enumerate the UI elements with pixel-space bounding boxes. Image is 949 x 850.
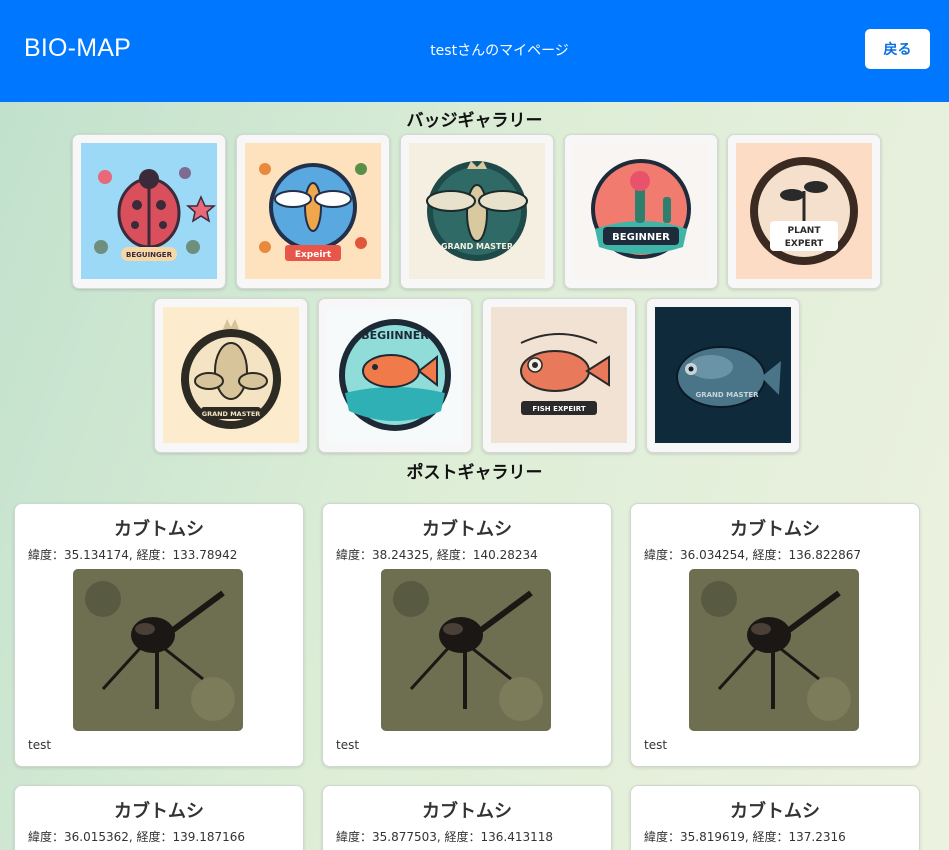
fish-grand-master-badge-icon: GRAND MASTER: [655, 307, 791, 443]
navbar: BIO-MAP testさんのマイページ 戻る: [0, 0, 949, 102]
badge-tile[interactable]: BEGINNER: [564, 134, 718, 289]
svg-text:GRAND MASTER: GRAND MASTER: [441, 242, 513, 251]
badge-gallery-title: バッジギャラリー: [406, 111, 543, 131]
badge-tile[interactable]: Expeirt: [236, 134, 390, 289]
badge-tile[interactable]: GRAND MASTER: [646, 298, 800, 453]
svg-text:GRAND MASTER: GRAND MASTER: [202, 410, 261, 418]
svg-text:FISH EXPEIRT: FISH EXPEIRT: [532, 405, 585, 413]
post-photo: [689, 569, 859, 731]
post-title: カブトムシ: [114, 801, 204, 822]
post-photo: [381, 569, 551, 731]
plant-expert-badge-icon: PLANT EXPERT: [736, 143, 872, 279]
post-comment: test: [28, 738, 52, 752]
badge-tile[interactable]: FISH EXPEIRT: [482, 298, 636, 453]
svg-text:BEGIINNER: BEGIINNER: [361, 329, 429, 342]
post-title: カブトムシ: [422, 519, 512, 540]
post-gallery-title: ポストギャラリー: [406, 463, 543, 483]
svg-text:Expeirt: Expeirt: [295, 250, 332, 260]
svg-text:EXPERT: EXPERT: [785, 239, 824, 249]
post-card[interactable]: カブトムシ 緯度：35.819619, 経度：137.2316: [630, 785, 920, 850]
badge-tile[interactable]: GRAND MASTER: [400, 134, 554, 289]
insect-expert-badge-icon: Expeirt: [245, 143, 381, 279]
post-comment: test: [644, 738, 668, 752]
badge-tile[interactable]: PLANT EXPERT: [727, 134, 881, 289]
ladybug-beginner-badge-icon: BEGUINGER: [81, 143, 217, 279]
post-coordinates: 緯度：36.015362, 経度：139.187166: [28, 830, 246, 844]
post-title: カブトムシ: [730, 801, 820, 822]
post-title: カブトムシ: [730, 519, 820, 540]
svg-text:BEGINNER: BEGINNER: [612, 232, 670, 243]
badge-tile[interactable]: BEGUINGER: [72, 134, 226, 289]
fish-beginner-badge-icon: BEGIINNER: [327, 307, 463, 443]
post-coordinates: 緯度：38.24325, 経度：140.28234: [336, 548, 538, 562]
post-card[interactable]: カブトムシ 緯度：35.877503, 経度：136.413118: [322, 785, 612, 850]
post-card[interactable]: カブトムシ 緯度：36.034254, 経度：136.822867 test: [630, 503, 920, 767]
page-title: testさんのマイページ: [430, 43, 569, 59]
post-photo: [73, 569, 243, 731]
post-card[interactable]: カブトムシ 緯度：38.24325, 経度：140.28234 test: [322, 503, 612, 767]
plant-grand-master-badge-icon: GRAND MASTER: [163, 307, 299, 443]
post-card[interactable]: カブトムシ 緯度：36.015362, 経度：139.187166: [14, 785, 304, 850]
back-button[interactable]: 戻る: [865, 29, 930, 69]
post-coordinates: 緯度：35.819619, 経度：137.2316: [644, 830, 846, 844]
bee-grand-master-badge-icon: GRAND MASTER: [409, 143, 545, 279]
post-coordinates: 緯度：35.134174, 経度：133.78942: [28, 548, 238, 562]
svg-text:BEGUINGER: BEGUINGER: [126, 251, 173, 259]
svg-text:GRAND MASTER: GRAND MASTER: [695, 391, 759, 399]
svg-text:PLANT: PLANT: [788, 226, 822, 236]
post-comment: test: [336, 738, 360, 752]
fish-expert-badge-icon: FISH EXPEIRT: [491, 307, 627, 443]
badge-tile[interactable]: BEGIINNER: [318, 298, 472, 453]
post-title: カブトムシ: [422, 801, 512, 822]
post-card[interactable]: カブトムシ 緯度：35.134174, 経度：133.78942 test: [14, 503, 304, 767]
post-title: カブトムシ: [114, 519, 204, 540]
post-coordinates: 緯度：36.034254, 経度：136.822867: [644, 548, 862, 562]
post-coordinates: 緯度：35.877503, 経度：136.413118: [336, 830, 554, 844]
plant-beginner-badge-icon: BEGINNER: [573, 143, 709, 279]
badge-tile[interactable]: GRAND MASTER: [154, 298, 308, 453]
